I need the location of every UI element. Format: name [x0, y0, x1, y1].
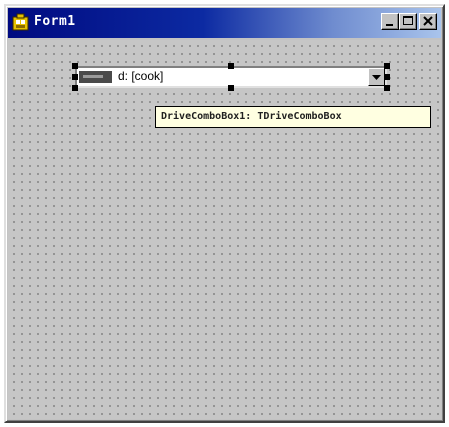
- title-bar[interactable]: Form1: [8, 8, 441, 38]
- drive-combo-value: d: [cook]: [118, 69, 164, 83]
- maximize-button[interactable]: [399, 13, 417, 30]
- drive-icon: [79, 71, 112, 83]
- app-icon: [12, 13, 29, 31]
- selection-handle-bottom-right[interactable]: [384, 85, 390, 91]
- selection-handle-left[interactable]: [72, 74, 78, 80]
- form-designer-canvas[interactable]: d: [cook] DriveComboBox1: TDriveComboBox: [8, 40, 441, 419]
- selection-handle-bottom-left[interactable]: [72, 85, 78, 91]
- close-button[interactable]: [419, 13, 437, 30]
- selection-handle-bottom[interactable]: [228, 85, 234, 91]
- combo-dropdown-button[interactable]: [368, 68, 385, 86]
- component-hint-tooltip: DriveComboBox1: TDriveComboBox: [155, 106, 431, 128]
- maximize-icon: [403, 16, 413, 25]
- selection-handle-right[interactable]: [384, 74, 390, 80]
- selection-handle-top-right[interactable]: [384, 63, 390, 69]
- selection-handle-top-left[interactable]: [72, 63, 78, 69]
- form-window: Form1 d: [cook] DriveComboBox1: TDriveCo…: [4, 4, 445, 423]
- chevron-down-icon: [372, 75, 381, 80]
- minimize-icon: [386, 24, 393, 26]
- selection-handle-top[interactable]: [228, 63, 234, 69]
- minimize-button[interactable]: [381, 13, 399, 30]
- window-title: Form1: [34, 14, 76, 29]
- close-icon: [423, 16, 433, 26]
